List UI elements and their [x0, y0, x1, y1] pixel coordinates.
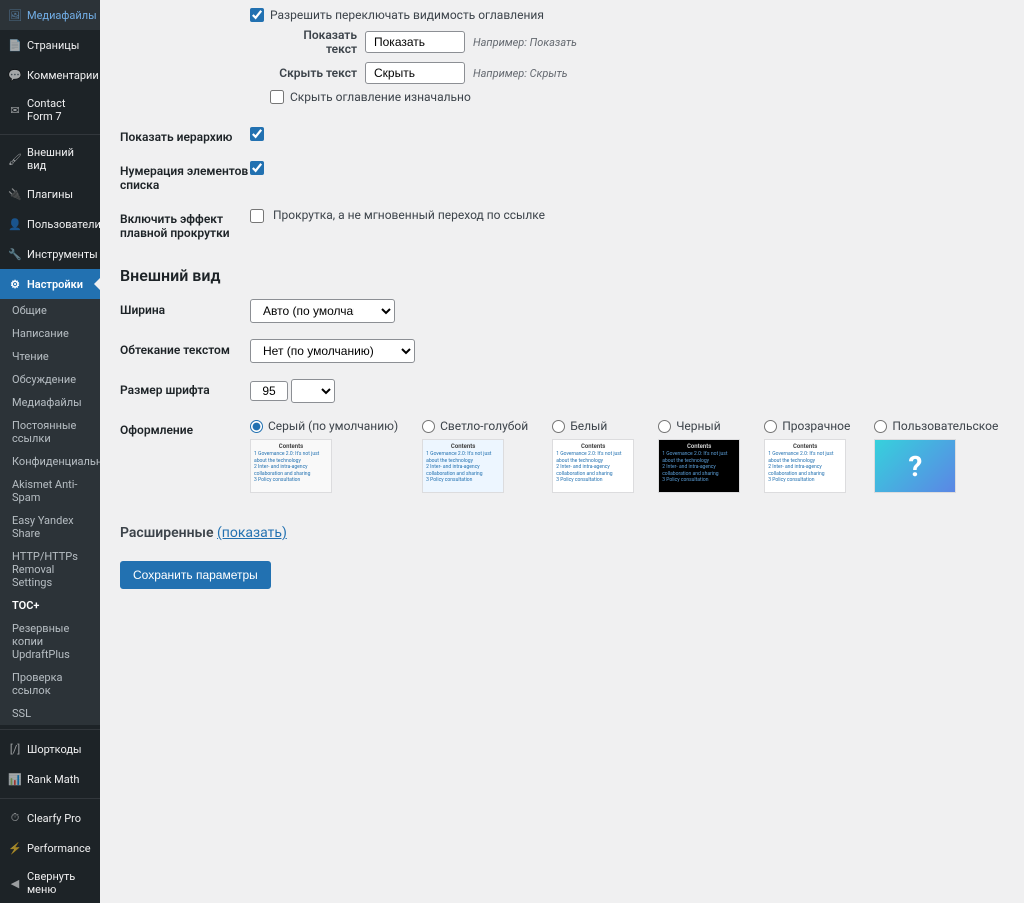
fontsize-input[interactable] [250, 381, 288, 401]
fontsize-label: Размер шрифта [120, 379, 250, 397]
clearfy-icon: ⏱ [7, 810, 23, 826]
media-icon: 🖼 [7, 7, 23, 23]
shortcodes-icon: [/] [7, 741, 23, 757]
hierarchy-label: Показать иерархию [120, 126, 250, 144]
menu-appearance[interactable]: 🖌Внешний вид [0, 139, 100, 179]
menu-settings[interactable]: ⚙Настройки [0, 269, 100, 299]
collapse-icon: ◀ [7, 875, 23, 891]
show-text-input[interactable] [365, 31, 465, 53]
hide-text-input[interactable] [365, 62, 465, 84]
pages-icon: 📄 [7, 37, 23, 53]
sub-general[interactable]: Общие [0, 299, 100, 322]
pres-white-radio[interactable] [552, 420, 565, 433]
mail-icon: ✉ [7, 102, 23, 118]
sub-privacy[interactable]: Конфиденциальность [0, 450, 100, 473]
menu-cf7[interactable]: ✉Contact Form 7 [0, 90, 100, 130]
menu-shortcodes[interactable]: [/]Шорткоды [0, 734, 100, 764]
sub-ssl[interactable]: SSL [0, 702, 100, 725]
presentation-label: Оформление [120, 419, 250, 437]
smooth-scroll-label: Включить эффект плавной прокрутки [120, 208, 250, 240]
menu-media[interactable]: 🖼Медиафайлы [0, 0, 100, 30]
fontsize-unit-select[interactable]: % [291, 379, 335, 403]
main-content: Разрешить переключать видимость оглавлен… [100, 0, 1024, 903]
menu-pages[interactable]: 📄Страницы [0, 30, 100, 60]
pres-trans-radio[interactable] [764, 420, 777, 433]
pres-lightblue-preview: Contents1 Governance 2.0: It's not just … [422, 439, 504, 493]
pres-grey-radio[interactable] [250, 420, 263, 433]
toggle-visibility-checkbox[interactable] [250, 8, 264, 22]
pres-white-preview: Contents1 Governance 2.0: It's not just … [552, 439, 634, 493]
menu-performance[interactable]: ⚡Performance [0, 833, 100, 863]
hide-initial-label: Скрыть оглавление изначально [290, 90, 471, 104]
menu-comments[interactable]: 💬Комментарии [0, 60, 100, 90]
menu-users[interactable]: 👤Пользователи [0, 209, 100, 239]
sub-akismet[interactable]: Akismet Anti-Spam [0, 473, 100, 509]
settings-icon: ⚙ [7, 276, 23, 292]
menu-tools[interactable]: 🔧Инструменты [0, 239, 100, 269]
toggle-visibility-label: Разрешить переключать видимость оглавлен… [270, 8, 544, 22]
width-label: Ширина [120, 299, 250, 317]
sub-httpremoval[interactable]: HTTP/HTTPs Removal Settings [0, 545, 100, 594]
pres-grey-label: Серый (по умолчанию) [268, 419, 398, 433]
tools-icon: 🔧 [7, 246, 23, 262]
rankmath-icon: 📊 [7, 771, 23, 787]
wrap-select[interactable]: Нет (по умолчанию) [250, 339, 415, 363]
advanced-show-link[interactable]: (показать) [217, 525, 287, 541]
pres-white-label: Белый [570, 419, 607, 433]
comments-icon: 💬 [7, 67, 23, 83]
sub-linkcheck[interactable]: Проверка ссылок [0, 666, 100, 702]
advanced-heading: Расширенные (показать) [120, 525, 1004, 541]
performance-icon: ⚡ [7, 840, 23, 856]
sub-reading[interactable]: Чтение [0, 345, 100, 368]
pres-black-label: Черный [676, 419, 720, 433]
pres-black-radio[interactable] [658, 420, 671, 433]
wrap-label: Обтекание текстом [120, 339, 250, 357]
hide-text-label: Скрыть текст [270, 66, 365, 80]
pres-grey-preview: Contents1 Governance 2.0: It's not just … [250, 439, 332, 493]
pres-trans-preview: Contents1 Governance 2.0: It's not just … [764, 439, 846, 493]
hierarchy-checkbox[interactable] [250, 127, 264, 141]
sub-media[interactable]: Медиафайлы [0, 391, 100, 414]
numbering-label: Нумерация элементов списка [120, 160, 250, 192]
sub-writing[interactable]: Написание [0, 322, 100, 345]
sub-discussion[interactable]: Обсуждение [0, 368, 100, 391]
menu-clearfy[interactable]: ⏱Clearfy Pro [0, 803, 100, 833]
menu-collapse[interactable]: ◀Свернуть меню [0, 863, 100, 903]
settings-submenu: Общие Написание Чтение Обсуждение Медиаф… [0, 299, 100, 725]
numbering-checkbox[interactable] [250, 161, 264, 175]
appearance-heading: Внешний вид [120, 266, 1004, 285]
sub-updraft[interactable]: Резервные копии UpdraftPlus [0, 617, 100, 666]
pres-lightblue-radio[interactable] [422, 420, 435, 433]
plugins-icon: 🔌 [7, 186, 23, 202]
sub-toc[interactable]: TOC+ [0, 594, 100, 617]
smooth-scroll-checkbox[interactable] [250, 209, 264, 223]
pres-custom-label: Пользовательское [892, 419, 998, 433]
pres-custom-radio[interactable] [874, 420, 887, 433]
menu-rankmath[interactable]: 📊Rank Math [0, 764, 100, 794]
width-select[interactable]: Авто (по умолчанию) [250, 299, 395, 323]
brush-icon: 🖌 [7, 151, 23, 167]
hide-text-hint: Например: Скрыть [473, 67, 568, 80]
users-icon: 👤 [7, 216, 23, 232]
smooth-scroll-desc: Прокрутка, а не мгновенный переход по сс… [273, 208, 545, 222]
admin-sidebar: 🖼Медиафайлы 📄Страницы 💬Комментарии ✉Cont… [0, 0, 100, 903]
sub-yandex[interactable]: Easy Yandex Share [0, 509, 100, 545]
save-button[interactable]: Сохранить параметры [120, 561, 271, 589]
pres-black-preview: Contents1 Governance 2.0: It's not just … [658, 439, 740, 493]
show-text-hint: Например: Показать [473, 36, 577, 49]
pres-custom-preview [874, 439, 956, 493]
hide-initial-checkbox[interactable] [270, 90, 284, 104]
menu-plugins[interactable]: 🔌Плагины [0, 179, 100, 209]
pres-lightblue-label: Светло-голубой [440, 419, 528, 433]
show-text-label: Показать текст [270, 28, 365, 56]
sub-permalinks[interactable]: Постоянные ссылки [0, 414, 100, 450]
pres-trans-label: Прозрачное [782, 419, 850, 433]
